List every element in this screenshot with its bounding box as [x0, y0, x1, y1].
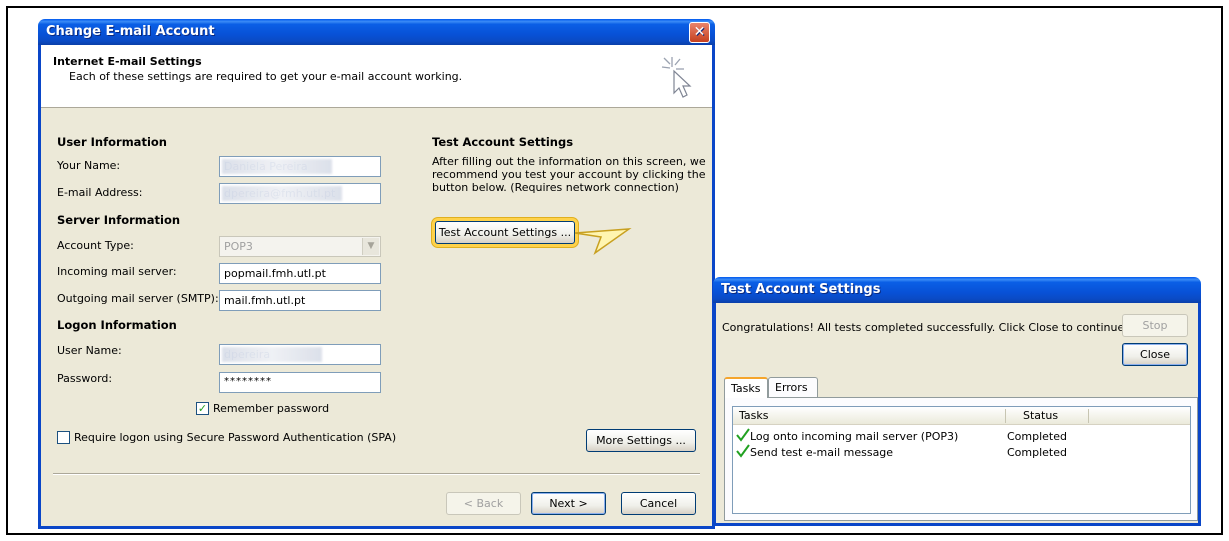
close-icon[interactable]: ✕: [689, 22, 710, 43]
back-button: < Back: [446, 492, 521, 515]
remember-password-label: Remember password: [213, 402, 330, 415]
header-band: Internet E-mail Settings Each of these s…: [41, 45, 712, 108]
column-header-status[interactable]: Status: [1023, 409, 1058, 425]
account-type-value: POP3: [224, 240, 253, 253]
description-line: button below. (Requires network connecti…: [432, 181, 679, 194]
logon-information-title: Logon Information: [57, 318, 177, 332]
list-header: Tasks Status: [733, 407, 1190, 425]
success-message: Congratulations! All tests completed suc…: [722, 321, 1128, 334]
stop-button: Stop: [1122, 314, 1188, 337]
server-information-title: Server Information: [57, 213, 181, 227]
account-type-select: POP3 ▼: [219, 236, 381, 257]
your-name-label: Your Name:: [57, 159, 121, 172]
close-button[interactable]: Close: [1122, 343, 1188, 366]
header-subtitle: Each of these settings are required to g…: [69, 70, 463, 83]
window-title: Change E-mail Account: [46, 24, 215, 39]
footer-divider: [53, 473, 700, 475]
tasks-panel: Tasks Status Log onto incoming mail serv…: [724, 397, 1198, 521]
incoming-server-label: Incoming mail server:: [57, 265, 177, 278]
remember-password-checkbox[interactable]: ✓: [196, 402, 209, 415]
task-name: Send test e-mail message: [750, 446, 894, 459]
incoming-server-input[interactable]: popmail.fmh.utl.pt: [219, 263, 381, 284]
cursor-sparkle-icon: [661, 57, 692, 98]
user-name-value: dpereira: [224, 348, 271, 361]
test-account-settings-button[interactable]: Test Account Settings ...: [435, 221, 575, 244]
column-separator: [1005, 409, 1006, 423]
spa-checkbox[interactable]: [57, 431, 70, 444]
password-input[interactable]: ********: [219, 372, 381, 393]
test-account-settings-window: Test Account Settings Congratulations! A…: [713, 277, 1201, 526]
your-name-value: Daniela Pereira: [224, 160, 308, 173]
task-status: Completed: [1007, 446, 1067, 459]
task-row: Log onto incoming mail server (POP3) Com…: [733, 428, 1190, 445]
task-status: Completed: [1007, 430, 1067, 443]
window-titlebar: Change E-mail Account ✕: [38, 19, 715, 45]
your-name-input[interactable]: Daniela Pereira: [219, 156, 381, 177]
header-title: Internet E-mail Settings: [53, 55, 202, 68]
email-address-input[interactable]: dpereira@fmh.utl.pt: [219, 183, 381, 204]
tasks-list: Tasks Status Log onto incoming mail serv…: [732, 406, 1191, 514]
task-row: Send test e-mail message Completed: [733, 444, 1190, 461]
column-header-tasks[interactable]: Tasks: [739, 409, 768, 425]
test-settings-description: After filling out the information on thi…: [432, 155, 706, 194]
description-line: After filling out the information on thi…: [432, 155, 706, 168]
window-titlebar: Test Account Settings: [713, 277, 1201, 303]
account-type-label: Account Type:: [57, 239, 134, 252]
user-information-title: User Information: [57, 135, 167, 149]
check-icon: [736, 444, 750, 458]
user-name-label: User Name:: [57, 344, 122, 357]
description-line: recommend you test your account by click…: [432, 168, 706, 181]
cancel-button[interactable]: Cancel: [621, 492, 696, 515]
tab-tasks[interactable]: Tasks: [724, 377, 768, 398]
window-title: Test Account Settings: [721, 282, 881, 297]
outgoing-server-label: Outgoing mail server (SMTP):: [57, 292, 219, 305]
change-email-account-window: Change E-mail Account ✕ Internet E-mail …: [38, 19, 715, 529]
password-label: Password:: [57, 372, 113, 385]
next-button[interactable]: Next >: [531, 492, 606, 515]
outgoing-server-input[interactable]: mail.fmh.utl.pt: [219, 290, 381, 311]
more-settings-button[interactable]: More Settings ...: [586, 429, 696, 452]
email-address-label: E-mail Address:: [57, 186, 143, 199]
callout-arrow-icon: [574, 228, 632, 256]
spa-label: Require logon using Secure Password Auth…: [74, 431, 397, 444]
email-address-value: dpereira@fmh.utl.pt: [224, 187, 336, 200]
chevron-down-icon: ▼: [362, 238, 379, 255]
tab-errors[interactable]: Errors: [768, 377, 818, 397]
column-separator: [1088, 409, 1089, 423]
user-name-input[interactable]: dpereira: [219, 344, 381, 365]
task-name: Log onto incoming mail server (POP3): [750, 430, 959, 443]
test-settings-title: Test Account Settings: [432, 135, 574, 149]
check-icon: [736, 428, 750, 442]
